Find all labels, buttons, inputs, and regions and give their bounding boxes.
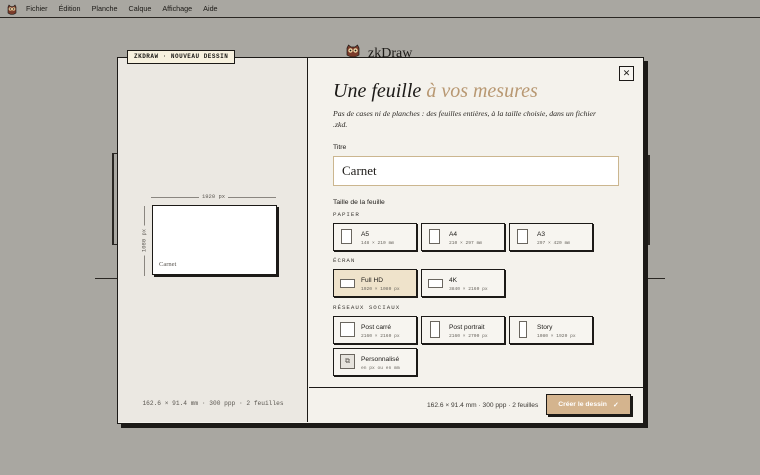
modal-tag: ZKDRAW · NOUVEAU DESSIN xyxy=(127,50,236,64)
option-name: Full HD xyxy=(361,277,383,284)
page-portrait-icon xyxy=(341,229,352,244)
option-size: en px ou en mm xyxy=(361,366,400,371)
crop-icon: ⧉ xyxy=(340,354,355,369)
title-label: Titre xyxy=(333,144,347,151)
height-label: 1080 px xyxy=(140,225,148,256)
option-name: Post portrait xyxy=(449,324,485,331)
menu-layer[interactable]: Calque xyxy=(129,4,152,13)
option-size: 2160 × 2160 px xyxy=(361,334,400,339)
page-portrait-icon xyxy=(517,229,528,244)
option-size: 210 × 297 mm xyxy=(449,241,483,246)
owl-icon[interactable] xyxy=(6,3,18,15)
check-icon: ✓ xyxy=(612,401,619,409)
option-name: Personnalisé xyxy=(361,356,400,363)
option-name: 4K xyxy=(449,277,458,284)
size-option-post-square[interactable]: Post carré 2160 × 2160 px xyxy=(333,316,417,344)
create-label: Créer le dessin xyxy=(558,401,607,408)
story-icon xyxy=(519,321,527,338)
page-portrait-icon xyxy=(429,229,440,244)
sheet-preview-name: Carnet xyxy=(159,261,177,268)
title-input[interactable]: Carnet xyxy=(333,156,619,186)
option-size: 3840 × 2160 px xyxy=(449,287,488,292)
menu-edit[interactable]: Édition xyxy=(59,4,81,13)
menu-view[interactable]: Affichage xyxy=(162,4,192,13)
size-option-a5[interactable]: A5 148 × 210 mm xyxy=(333,223,417,251)
option-name: Story xyxy=(537,324,553,331)
heading-accent: à vos mesures xyxy=(426,80,538,102)
footer-summary: 162.6 × 91.4 mm · 300 ppp · 2 feuilles xyxy=(427,402,539,409)
size-option-a4[interactable]: A4 210 × 297 mm xyxy=(421,223,505,251)
size-option-4k[interactable]: 4K 3840 × 2160 px xyxy=(421,269,505,297)
background-divider xyxy=(95,278,117,279)
preview-summary: 162.6 × 91.4 mm · 300 ppp · 2 feuilles xyxy=(142,400,284,407)
option-size: 148 × 210 mm xyxy=(361,241,395,246)
size-option-full-hd[interactable]: Full HD 1920 × 1080 px xyxy=(333,269,417,297)
group-label-paper: PAPIER xyxy=(333,211,360,218)
close-icon: ✕ xyxy=(622,68,631,78)
size-label: Taille de la feuille xyxy=(333,199,385,206)
sheet-preview-pane: 1920 px 1080 px Carnet 162.6 × 91.4 mm ·… xyxy=(118,58,308,422)
option-name: A4 xyxy=(449,231,458,238)
option-size: 2160 × 2700 px xyxy=(449,334,488,339)
size-option-custom[interactable]: ⧉ Personnalisé en px ou en mm xyxy=(333,348,417,376)
menu-help[interactable]: Aide xyxy=(203,4,217,13)
option-name: A5 xyxy=(361,231,370,238)
option-size: 1920 × 1080 px xyxy=(361,287,400,292)
height-dimension: 1080 px xyxy=(140,206,148,276)
screen-landscape-icon xyxy=(428,279,443,288)
size-option-a3[interactable]: A3 297 × 420 mm xyxy=(509,223,593,251)
option-size: 297 × 420 mm xyxy=(537,241,571,246)
sheet-preview: Carnet xyxy=(152,205,277,275)
dialog-heading: Une feuille à vos mesures xyxy=(333,80,538,103)
create-drawing-button[interactable]: Créer le dessin ✓ xyxy=(546,394,631,415)
size-option-story[interactable]: Story 1080 × 1920 px xyxy=(509,316,593,344)
group-label-social: RÉSEAUX SOCIAUX xyxy=(333,304,401,311)
new-drawing-dialog: 1920 px 1080 px Carnet 162.6 × 91.4 mm ·… xyxy=(117,57,644,424)
background-divider xyxy=(643,278,665,279)
size-option-post-portrait[interactable]: Post portrait 2160 × 2700 px xyxy=(421,316,505,344)
group-label-screen: ÉCRAN xyxy=(333,257,356,264)
width-label: 1920 px xyxy=(198,193,229,200)
heading-main: Une feuille xyxy=(333,80,422,102)
close-button[interactable]: ✕ xyxy=(619,66,634,81)
menubar: Fichier Édition Planche Calque Affichage… xyxy=(0,0,760,18)
menu-board[interactable]: Planche xyxy=(92,4,118,13)
dialog-subtitle: Pas de cases ni de planches : des feuill… xyxy=(333,109,597,129)
dialog-footer: 162.6 × 91.4 mm · 300 ppp · 2 feuilles C… xyxy=(309,387,643,422)
option-name: A3 xyxy=(537,231,546,238)
screen-landscape-icon xyxy=(340,279,355,288)
menu-file[interactable]: Fichier xyxy=(26,4,48,13)
page-portrait-icon xyxy=(430,321,440,338)
square-icon xyxy=(340,322,355,337)
option-size: 1080 × 1920 px xyxy=(537,334,576,339)
width-dimension: 1920 px xyxy=(151,193,276,201)
option-name: Post carré xyxy=(361,324,392,331)
form-pane: ✕ Une feuille à vos mesures Pas de cases… xyxy=(309,58,643,422)
